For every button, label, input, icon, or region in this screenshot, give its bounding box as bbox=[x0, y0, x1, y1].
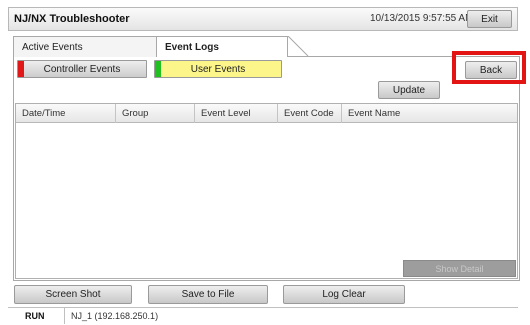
column-header-event-code[interactable]: Event Code bbox=[278, 104, 342, 123]
column-header-group[interactable]: Group bbox=[116, 104, 195, 123]
controller-events-button[interactable]: Controller Events bbox=[17, 60, 147, 78]
back-button-highlight-frame bbox=[452, 51, 526, 84]
update-button[interactable]: Update bbox=[378, 81, 440, 99]
exit-button[interactable]: Exit bbox=[467, 10, 512, 28]
tab-event-logs[interactable]: Event Logs bbox=[156, 36, 288, 57]
column-header-datetime[interactable]: Date/Time bbox=[16, 104, 116, 123]
show-detail-button[interactable]: Show Detail bbox=[403, 260, 516, 277]
event-log-table[interactable] bbox=[15, 103, 518, 279]
controller-address: NJ_1 (192.168.250.1) bbox=[71, 311, 159, 321]
user-events-marker bbox=[155, 61, 161, 77]
controller-events-marker bbox=[18, 61, 24, 77]
user-events-button[interactable]: User Events bbox=[154, 60, 282, 78]
column-header-event-level[interactable]: Event Level bbox=[195, 104, 278, 123]
datetime-display: 10/13/2015 9:57:55 AM bbox=[370, 13, 474, 24]
tab-edge-decoration bbox=[288, 36, 309, 57]
screen-shot-button[interactable]: Screen Shot bbox=[14, 285, 132, 304]
app-title: NJ/NX Troubleshooter bbox=[14, 13, 130, 25]
run-mode-indicator: RUN bbox=[25, 311, 45, 321]
log-clear-button[interactable]: Log Clear bbox=[283, 285, 405, 304]
column-header-event-name[interactable]: Event Name bbox=[342, 104, 432, 123]
save-to-file-button[interactable]: Save to File bbox=[148, 285, 268, 304]
status-divider bbox=[64, 308, 65, 324]
tab-active-events[interactable]: Active Events bbox=[13, 36, 158, 57]
